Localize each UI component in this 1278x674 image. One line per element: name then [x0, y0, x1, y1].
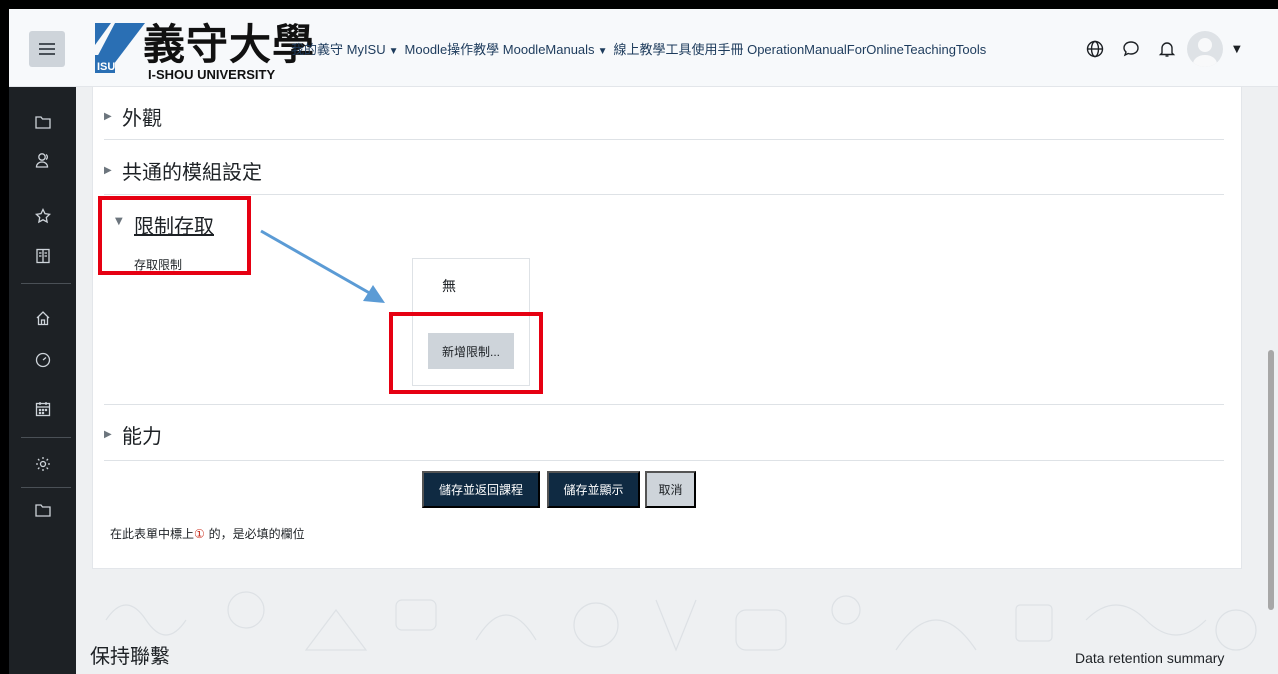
- section-common-modules[interactable]: ▶ 共通的模組設定: [104, 144, 1224, 196]
- section-common-modules-title: 共通的模組設定: [122, 159, 262, 184]
- annotation-arrow-icon: [260, 229, 385, 303]
- bell-icon[interactable]: [1149, 31, 1185, 67]
- annotation-highlight-restrict-access: [98, 196, 251, 275]
- section-divider: [104, 194, 1224, 195]
- navbar: ISU 義守大學 I-SHOU UNIVERSITY 我的義守 MyISU ▼ M…: [9, 9, 1278, 87]
- logo-mark-text: ISU: [97, 61, 115, 73]
- caret-down-icon: ▼: [388, 46, 399, 57]
- folder-icon[interactable]: [9, 107, 76, 137]
- section-divider: [104, 460, 1224, 461]
- section-competencies[interactable]: ▶ 能力: [104, 408, 1224, 460]
- gear-icon[interactable]: [9, 449, 76, 479]
- nav-moodle-manuals[interactable]: Moodle操作教學 MoodleManuals ▼: [405, 39, 608, 58]
- expand-triangle-icon: ▶: [104, 164, 112, 176]
- save-and-return-button[interactable]: 儲存並返回課程: [422, 471, 540, 508]
- isu-logo-mark: ISU: [95, 23, 145, 73]
- home-icon[interactable]: [9, 303, 76, 333]
- expand-triangle-icon: ▶: [104, 428, 112, 440]
- footer-stay-in-touch: 保持聯繫: [90, 644, 170, 668]
- globe-icon[interactable]: [1077, 31, 1113, 67]
- section-divider: [104, 404, 1224, 405]
- chat-icon[interactable]: [1113, 31, 1149, 67]
- section-appearance[interactable]: ▶ 外觀: [104, 90, 1224, 142]
- save-and-display-button[interactable]: 儲存並顯示: [547, 471, 640, 508]
- availability-none-text: 無: [442, 279, 456, 295]
- logo-english-name: I-SHOU UNIVERSITY: [148, 67, 276, 82]
- caret-down-icon: ▼: [597, 46, 608, 57]
- book-icon[interactable]: [9, 241, 76, 271]
- university-logo[interactable]: ISU 義守大學 I-SHOU UNIVERSITY: [93, 15, 314, 83]
- participants-icon[interactable]: [9, 145, 76, 175]
- nav-online-teaching-tools[interactable]: 線上教學工具使用手冊 OperationManualForOnlineTeach…: [613, 39, 986, 58]
- nav-drawer: [9, 87, 76, 674]
- screenshot-frame-left: [0, 0, 9, 674]
- star-icon[interactable]: [9, 201, 76, 231]
- cancel-button[interactable]: 取消: [645, 471, 696, 508]
- navbar-actions: ▼: [1077, 29, 1241, 69]
- nav-myisu[interactable]: 我的義守 MyISU ▼: [291, 39, 399, 58]
- page-scrollbar[interactable]: [1268, 350, 1274, 610]
- section-competencies-title: 能力: [122, 423, 162, 448]
- annotation-highlight-add-restriction: [389, 312, 543, 394]
- drawer-divider: [21, 283, 71, 284]
- expand-triangle-icon: ▶: [104, 110, 112, 122]
- dashboard-icon[interactable]: [9, 345, 76, 375]
- required-fields-note: 在此表單中標上① 的，是必填的欄位: [110, 527, 305, 541]
- calendar-icon[interactable]: [9, 394, 76, 424]
- primary-navigation: 我的義守 MyISU ▼ Moodle操作教學 MoodleManuals ▼ 線上…: [291, 39, 992, 58]
- drawer-divider: [21, 437, 71, 438]
- required-mark-icon: ①: [194, 527, 205, 541]
- user-menu-caret-icon[interactable]: ▼: [1233, 44, 1241, 55]
- section-appearance-title: 外觀: [122, 105, 162, 130]
- data-retention-summary-link[interactable]: Data retention summary: [1075, 650, 1224, 666]
- hamburger-icon[interactable]: [29, 31, 65, 67]
- folder-icon[interactable]: [9, 495, 76, 525]
- drawer-divider: [21, 487, 71, 488]
- logo-chinese-name: 義守大學: [143, 20, 316, 69]
- section-divider: [104, 139, 1224, 140]
- avatar[interactable]: [1187, 31, 1223, 67]
- screenshot-frame-top: [0, 0, 1278, 9]
